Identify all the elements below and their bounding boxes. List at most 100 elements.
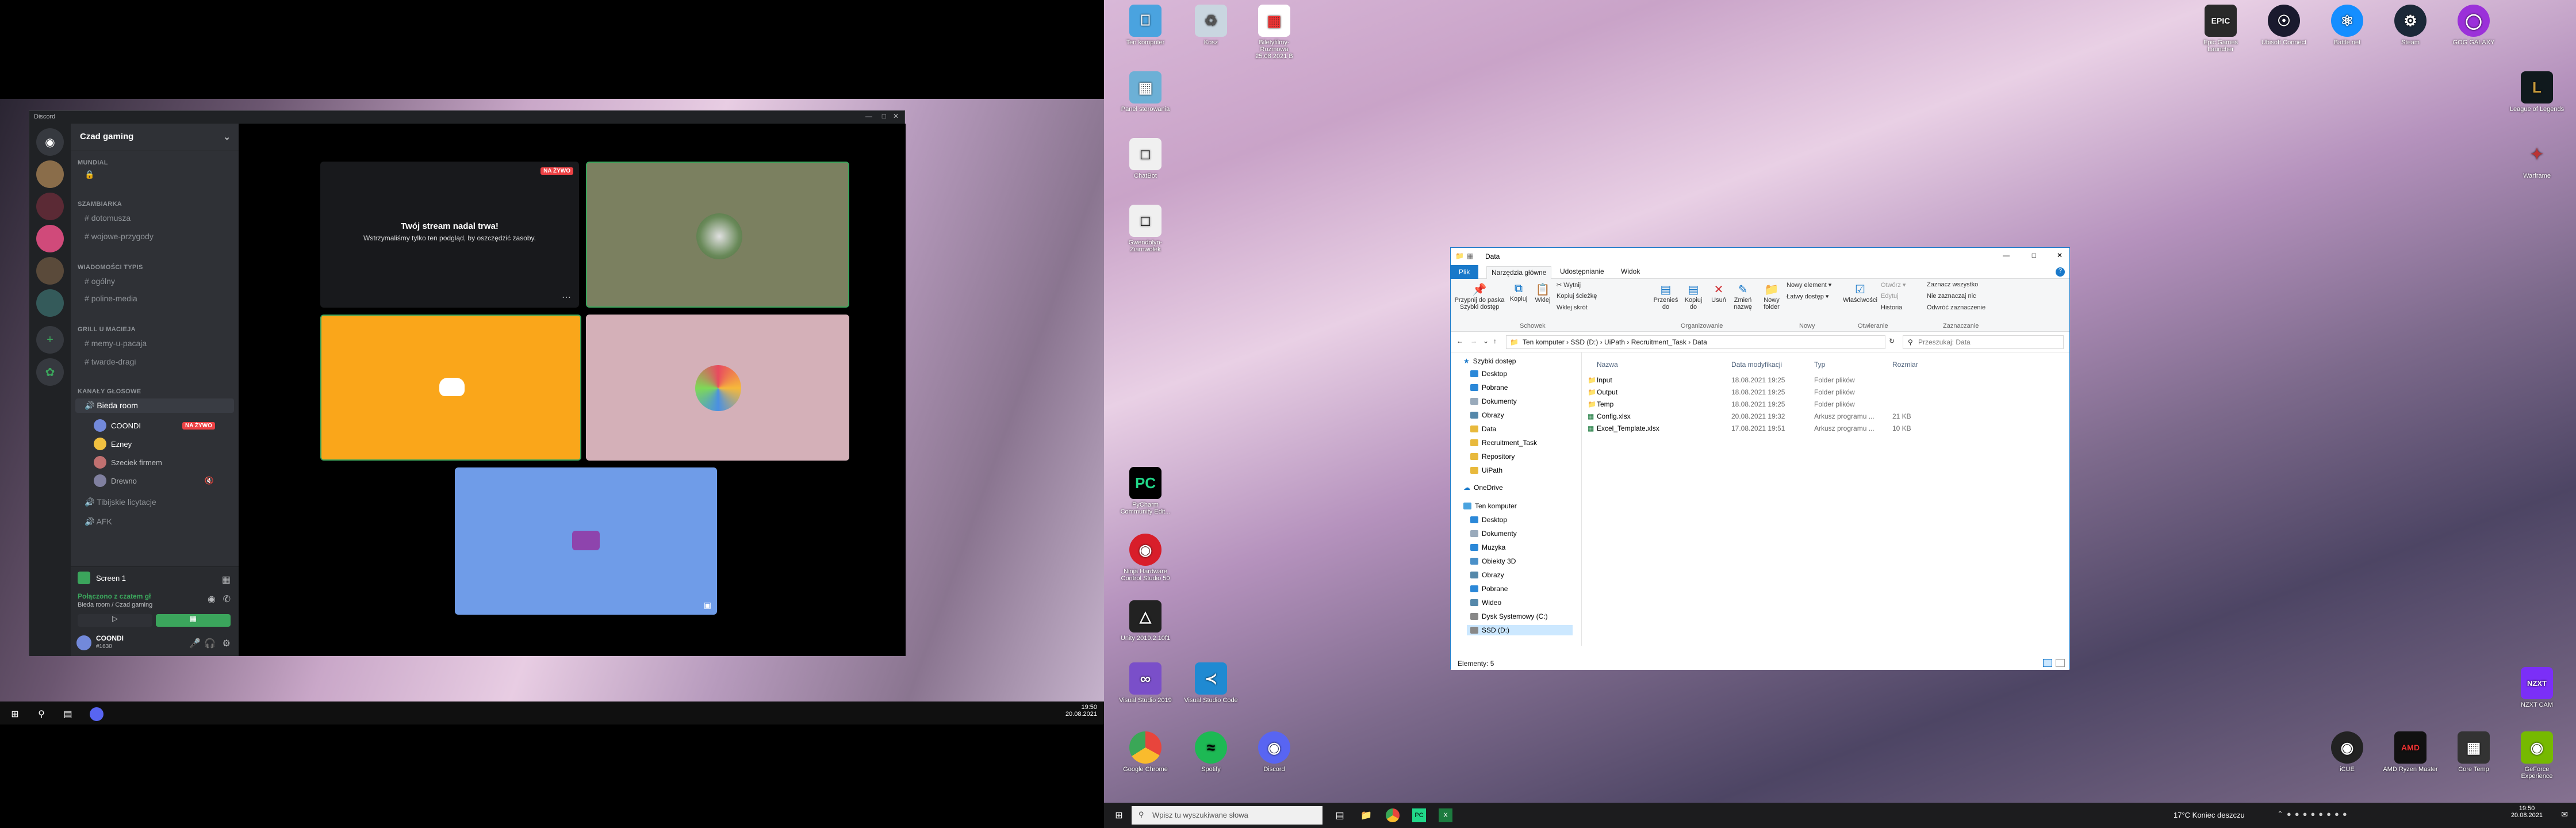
large-icons-view-icon[interactable] — [2056, 659, 2065, 667]
tab-file[interactable]: Plik — [1451, 265, 1478, 279]
nav-item-this-pc[interactable]: Ten komputer — [1463, 502, 1517, 510]
channel-item[interactable]: # poline-media — [85, 294, 137, 303]
file-row[interactable]: 📁 Temp 18.08.2021 19:25 Folder plików — [1582, 398, 2069, 411]
desktop-icon-unity[interactable]: △ Unity 2019.2.10f1 — [1117, 600, 1174, 642]
desktop-icon-vscode[interactable]: ≺ Visual Studio Code — [1182, 662, 1240, 704]
channel-item[interactable]: # twarde-dragi — [85, 357, 136, 366]
column-size[interactable]: Rozmiar — [1892, 361, 1918, 369]
column-name[interactable]: Nazwa — [1597, 361, 1618, 369]
windows-start-icon[interactable]: ⊞ — [8, 707, 22, 721]
desktop-icon-geforce[interactable]: ◉ GeForce Experience — [2508, 731, 2566, 780]
up-arrow-icon[interactable]: ↑ — [1493, 337, 1497, 345]
voice-channel-item[interactable]: 🔊 Tibijskie licytacje — [85, 497, 156, 507]
search-icon[interactable]: ⚲ — [34, 707, 48, 721]
voice-user[interactable]: Szeciek firmem — [94, 456, 162, 469]
file-row[interactable]: ▦ Excel_Template.xlsx 17.08.2021 19:51 A… — [1582, 423, 2069, 435]
desktop-icon-nzxt[interactable]: NZXT NZXT CAM — [2508, 667, 2566, 708]
nav-item[interactable]: Repository — [1470, 453, 1515, 461]
nav-item[interactable]: Obiekty 3D — [1470, 557, 1516, 565]
desktop-icon-amd[interactable]: AMD AMD Ryzen Master — [2382, 731, 2439, 773]
file-row[interactable]: 📁 Input 18.08.2021 19:25 Folder plików — [1582, 374, 2069, 386]
forward-arrow-icon[interactable]: → — [1470, 337, 1477, 345]
clock[interactable]: 19:50 20.08.2021 — [2511, 805, 2543, 819]
category-mundial[interactable]: MUNDIAL — [78, 159, 108, 166]
column-type[interactable]: Typ — [1814, 361, 1825, 369]
desktop-icon-chrome[interactable]: Google Chrome — [1117, 731, 1174, 773]
tab-share[interactable]: Udostępnianie — [1560, 267, 1604, 275]
desktop-icon-control-panel[interactable]: ▦ Panel sterowania — [1117, 71, 1174, 113]
new-folder-button[interactable]: 📁 Nowy folder — [1759, 282, 1784, 310]
maximize-icon[interactable]: □ — [882, 112, 886, 120]
add-server-icon[interactable]: + — [36, 326, 64, 354]
microphone-icon[interactable]: 🎤 — [189, 638, 201, 649]
more-icon[interactable]: ⋯ — [562, 292, 571, 303]
desktop-icon-pycharm[interactable]: PC PyCharm Community Edit... — [1117, 467, 1174, 515]
gear-icon[interactable]: ⚙ — [223, 638, 231, 649]
participant-tile[interactable] — [586, 162, 849, 308]
discord-home-icon[interactable]: ◉ — [36, 128, 64, 156]
nav-item[interactable]: Dysk Systemowy (C:) — [1470, 612, 1548, 620]
desktop-icon-pdf[interactable]: ▦ Biletyfilmy-Rozmowa 25.08.2021 B — [1245, 5, 1303, 60]
voice-channel-path[interactable]: Bieda room / Czad gaming — [78, 601, 152, 608]
paste-shortcut-button[interactable]: Wklej skrót — [1557, 304, 1588, 311]
windows-start-icon[interactable]: ⊞ — [1112, 808, 1126, 822]
avatar[interactable] — [76, 635, 91, 650]
close-icon[interactable]: ✕ — [893, 112, 899, 120]
participant-tile[interactable] — [320, 315, 581, 461]
nav-item[interactable]: Pobrane — [1470, 384, 1508, 392]
nav-item[interactable]: Muzyka — [1470, 543, 1505, 551]
tray-icons[interactable]: ⌃●●●●●●●● — [2277, 810, 2351, 819]
recent-chevron-icon[interactable]: ⌄ — [1483, 337, 1489, 345]
select-all-button[interactable]: Zaznacz wszystko — [1927, 281, 1978, 288]
noise-icon[interactable]: ◉ — [208, 593, 216, 605]
back-arrow-icon[interactable]: ← — [1456, 337, 1463, 345]
desktop-icon-battlenet[interactable]: ⚛ Battle.net — [2318, 5, 2376, 46]
nav-item[interactable]: Recruitment_Task — [1470, 439, 1537, 447]
server-icon[interactable] — [36, 160, 64, 188]
nav-item[interactable]: Obrazy — [1470, 411, 1504, 419]
move-to-button[interactable]: ▤ Przenieś do — [1653, 282, 1678, 310]
paste-button[interactable]: 📋 Wklej — [1532, 282, 1553, 304]
cut-button[interactable]: ✂ Wytnij — [1557, 281, 1581, 289]
desktop-icon-lol[interactable]: L League of Legends — [2508, 71, 2566, 113]
rename-button[interactable]: ✎ Zmień nazwę — [1731, 282, 1754, 310]
copy-button[interactable]: ⧉ Kopiuj — [1508, 282, 1529, 302]
minimize-icon[interactable]: — — [865, 112, 872, 120]
desktop-icon-chatbot[interactable]: □ ChatBot — [1117, 138, 1174, 179]
server-icon[interactable] — [36, 257, 64, 285]
fullscreen-icon[interactable]: ▣ — [704, 600, 711, 610]
channel-item[interactable]: # ogólny — [85, 277, 115, 286]
easy-access-button[interactable]: Łatwy dostęp ▾ — [1787, 293, 1828, 300]
server-icon[interactable] — [36, 193, 64, 220]
participant-tile[interactable] — [586, 315, 849, 461]
server-icon[interactable] — [36, 225, 64, 252]
desktop-icon-icue[interactable]: ◉ iCUE — [2318, 731, 2376, 773]
properties-button[interactable]: ☑ Właściwości — [1843, 282, 1877, 304]
voice-channel-item[interactable]: 🔊 AFK — [85, 517, 112, 527]
channel-item[interactable]: # wojowe-przygody — [85, 232, 154, 241]
nav-item-quick-access[interactable]: ★ Szybki dostęp — [1463, 357, 1516, 365]
desktop-icon-this-pc[interactable]: ⎕ Ten komputer — [1117, 5, 1174, 46]
file-explorer-icon[interactable]: 📁 — [1359, 808, 1373, 822]
maximize-icon[interactable]: □ — [2032, 251, 2036, 259]
nav-item-onedrive[interactable]: ☁ OneDrive — [1463, 484, 1503, 492]
pin-quick-access-button[interactable]: 📌 Przypnij do paska Szybki dostęp — [1454, 282, 1505, 310]
screen-share-button[interactable]: ▦ — [156, 614, 231, 627]
search-input[interactable]: ⚲ Przeszukaj: Data — [1903, 335, 2064, 349]
explore-icon[interactable]: ✿ — [36, 358, 64, 386]
desktop-icon-document[interactable]: □ Gwendolyn-Ziarnwołek — [1117, 205, 1174, 253]
participant-tile[interactable]: ▣ — [455, 467, 717, 615]
column-date[interactable]: Data modyfikacji — [1731, 361, 1782, 369]
tab-view[interactable]: Widok — [1621, 267, 1640, 275]
copy-to-button[interactable]: ▤ Kopiuj do — [1681, 282, 1706, 310]
copy-path-button[interactable]: Kopiuj ścieżkę — [1557, 293, 1597, 300]
headphones-icon[interactable]: 🎧 — [204, 638, 216, 649]
screen-share-icon[interactable]: ▦ — [222, 574, 231, 585]
nav-item[interactable]: Data — [1470, 425, 1496, 433]
voice-user[interactable]: Ezney — [94, 438, 132, 450]
nav-item[interactable]: UiPath — [1470, 466, 1502, 474]
new-item-button[interactable]: Nowy element ▾ — [1787, 281, 1831, 289]
close-icon[interactable]: ✕ — [2057, 251, 2063, 259]
desktop-icon-recycle-bin[interactable]: ♻ Kosz — [1182, 5, 1240, 46]
file-row[interactable]: ▦ Config.xlsx 20.08.2021 19:32 Arkusz pr… — [1582, 411, 2069, 423]
